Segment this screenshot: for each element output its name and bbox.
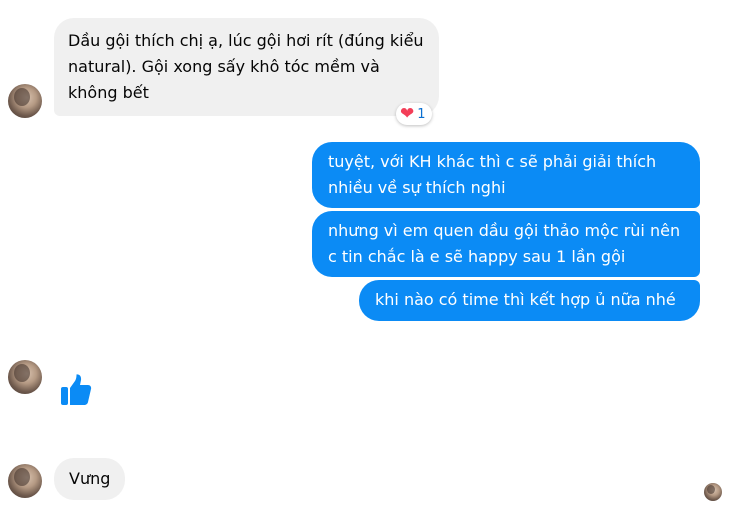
outgoing-message[interactable]: tuyệt, với KH khác thì c sẽ phải giải th… [312,142,700,208]
contact-avatar[interactable] [8,464,42,498]
message-text: Vưng [69,469,111,488]
thumbs-up-icon[interactable] [60,373,92,411]
message-text: Dầu gội thích chị ạ, lúc gội hơi rít (đú… [68,31,424,102]
incoming-message[interactable]: Dầu gội thích chị ạ, lúc gội hơi rít (đú… [54,18,439,116]
message-text: khi nào có time thì kết hợp ủ nữa nhé [375,290,676,309]
message-reaction[interactable]: ❤ 1 [396,103,432,125]
message-text: tuyệt, với KH khác thì c sẽ phải giải th… [328,152,657,197]
contact-avatar[interactable] [8,360,42,394]
reaction-count: 1 [417,106,426,122]
seen-avatar [704,483,722,501]
outgoing-message[interactable]: nhưng vì em quen dầu gội thảo mộc rùi nê… [312,211,700,277]
contact-avatar[interactable] [8,84,42,118]
heart-icon: ❤ [400,103,415,124]
message-text: nhưng vì em quen dầu gội thảo mộc rùi nê… [328,221,681,266]
outgoing-message[interactable]: khi nào có time thì kết hợp ủ nữa nhé [359,280,700,321]
incoming-message[interactable]: Vưng [54,458,126,500]
